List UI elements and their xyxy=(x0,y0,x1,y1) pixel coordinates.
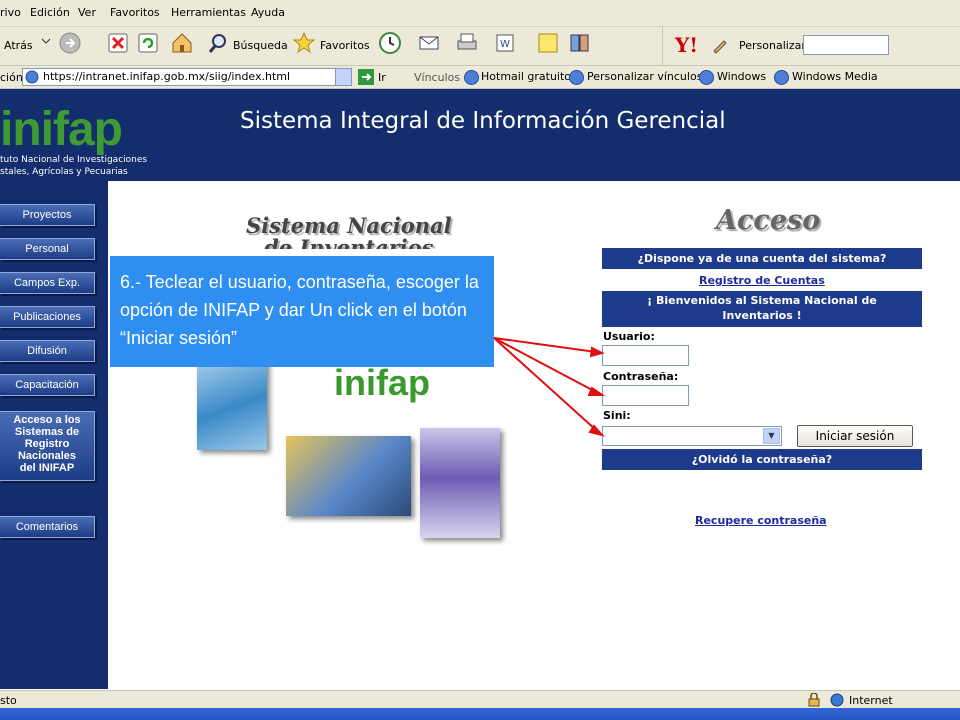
sidebar-item-acceso-sistemas[interactable]: Acceso a los Sistemas de Registro Nacion… xyxy=(0,411,95,481)
favorites-button[interactable]: Favoritos xyxy=(320,39,370,52)
taskbar xyxy=(0,708,960,720)
mail-icon[interactable] xyxy=(418,33,442,53)
logo-subtitle-1: tuto Nacional de Investigaciones xyxy=(0,155,148,165)
sn-title-line-1: Sistema Nacional xyxy=(246,213,452,238)
research-icon[interactable] xyxy=(568,31,592,55)
ie-link-icon xyxy=(699,70,714,85)
pencil-icon[interactable] xyxy=(711,36,729,54)
home-icon[interactable] xyxy=(170,31,194,55)
sistema-nacional-title: Sistema Nacional de Inventarios xyxy=(246,213,452,250)
link-hotmail[interactable]: Hotmail gratuito xyxy=(481,70,571,83)
sidebar-item-publicaciones[interactable]: Publicaciones xyxy=(0,306,95,328)
status-bar: sto Internet xyxy=(0,690,960,709)
menu-archivo[interactable]: rivo xyxy=(0,6,21,19)
note-icon[interactable] xyxy=(537,32,559,54)
menu-bar: rivo Edición Ver Favoritos Herramientas … xyxy=(0,0,960,27)
menu-ver[interactable]: Ver xyxy=(78,6,96,19)
forward-icon[interactable] xyxy=(58,31,82,55)
link-windows-media[interactable]: Windows Media xyxy=(792,70,878,83)
history-icon[interactable] xyxy=(378,31,402,55)
collage-photo-card xyxy=(286,436,411,516)
sini-label: Sini: xyxy=(603,409,631,422)
sini-select[interactable]: ▼ xyxy=(602,426,782,446)
forgot-password-bar: ¿Olvidó la contraseña? xyxy=(602,449,922,470)
yahoo-toolbar: Y! Personalizar xyxy=(662,27,960,65)
address-input[interactable]: https://intranet.inifap.gob.mx/siig/inde… xyxy=(22,68,352,86)
address-label: ción xyxy=(0,71,23,84)
yahoo-search-input[interactable] xyxy=(803,35,889,55)
sidebar-item-campos-exp[interactable]: Campos Exp. xyxy=(0,272,95,294)
go-button[interactable]: Ir xyxy=(378,71,386,84)
zone-text: Internet xyxy=(849,694,893,707)
user-input[interactable] xyxy=(602,345,689,366)
search-icon[interactable] xyxy=(207,32,229,54)
star-icon[interactable] xyxy=(292,31,316,55)
standard-toolbar: Atrás Búsqueda Favoritos W Y! Personaliz… xyxy=(0,27,960,66)
links-label: Vínculos xyxy=(414,71,461,84)
sidebar-item-capacitacion[interactable]: Capacitación xyxy=(0,374,95,396)
menu-favoritos[interactable]: Favoritos xyxy=(110,6,160,19)
sidebar-item-comentarios[interactable]: Comentarios xyxy=(0,516,95,538)
search-button[interactable]: Búsqueda xyxy=(233,39,288,52)
password-input[interactable] xyxy=(602,385,689,406)
acceso-title: Acceso xyxy=(716,205,821,236)
login-button[interactable]: Iniciar sesión xyxy=(797,425,913,447)
logo-subtitle-2: stales, Agrícolas y Pecuarias xyxy=(0,167,128,177)
link-windows[interactable]: Windows xyxy=(717,70,766,83)
inifap-logo: inifap xyxy=(0,103,123,156)
stop-icon[interactable] xyxy=(107,32,129,54)
edit-word-icon[interactable]: W xyxy=(494,32,516,54)
sidebar-item-personal[interactable]: Personal xyxy=(0,238,95,260)
status-text: sto xyxy=(0,694,17,707)
address-url: https://intranet.inifap.gob.mx/siig/inde… xyxy=(43,70,291,83)
back-button[interactable]: Atrás xyxy=(4,39,33,52)
chevron-down-icon[interactable] xyxy=(40,35,52,47)
sidebar-item-difusion[interactable]: Difusión xyxy=(0,340,95,362)
sn-title-line-2: de Inventarios xyxy=(246,237,452,249)
address-dropdown-icon[interactable] xyxy=(335,69,351,85)
menu-edicion[interactable]: Edición xyxy=(30,6,70,19)
welcome-bar: ¡ Bienvenidos al Sistema Nacional de Inv… xyxy=(602,291,922,327)
instruction-callout: 6.- Teclear el usuario, contraseña, esco… xyxy=(110,256,494,367)
chevron-down-icon[interactable]: ▼ xyxy=(763,428,780,444)
sidebar-item-proyectos[interactable]: Proyectos xyxy=(0,204,95,226)
ie-link-icon xyxy=(464,70,479,85)
address-bar: ción https://intranet.inifap.gob.mx/siig… xyxy=(0,66,960,89)
go-arrow-icon[interactable] xyxy=(358,69,374,85)
print-icon[interactable] xyxy=(455,31,479,55)
ie-page-icon xyxy=(25,70,39,84)
page-header xyxy=(0,89,960,181)
collage-inifap-logo: inifap xyxy=(334,362,430,403)
page-title: Sistema Integral de Información Gerencia… xyxy=(240,108,726,134)
refresh-icon[interactable] xyxy=(137,32,159,54)
account-question-bar: ¿Dispone ya de una cuenta del sistema? xyxy=(602,248,922,269)
menu-ayuda[interactable]: Ayuda xyxy=(251,6,285,19)
collage-photo-computer xyxy=(420,428,500,538)
yahoo-logo-icon[interactable]: Y! xyxy=(675,33,698,57)
lock-icon xyxy=(808,693,820,707)
yahoo-personalize-button[interactable]: Personalizar xyxy=(739,39,806,52)
recover-password-link[interactable]: Recupere contraseña xyxy=(695,514,827,527)
menu-herramientas[interactable]: Herramientas xyxy=(171,6,246,19)
instruction-text: 6.- Teclear el usuario, contraseña, esco… xyxy=(120,272,479,348)
register-accounts-link[interactable]: Registro de Cuentas xyxy=(699,274,825,287)
password-label: Contraseña: xyxy=(603,370,679,383)
ie-link-icon xyxy=(774,70,789,85)
ie-link-icon xyxy=(569,70,584,85)
internet-globe-icon xyxy=(830,693,844,707)
svg-text:W: W xyxy=(500,39,510,50)
link-personalizar[interactable]: Personalizar vínculos xyxy=(587,70,702,83)
user-label: Usuario: xyxy=(603,330,655,343)
